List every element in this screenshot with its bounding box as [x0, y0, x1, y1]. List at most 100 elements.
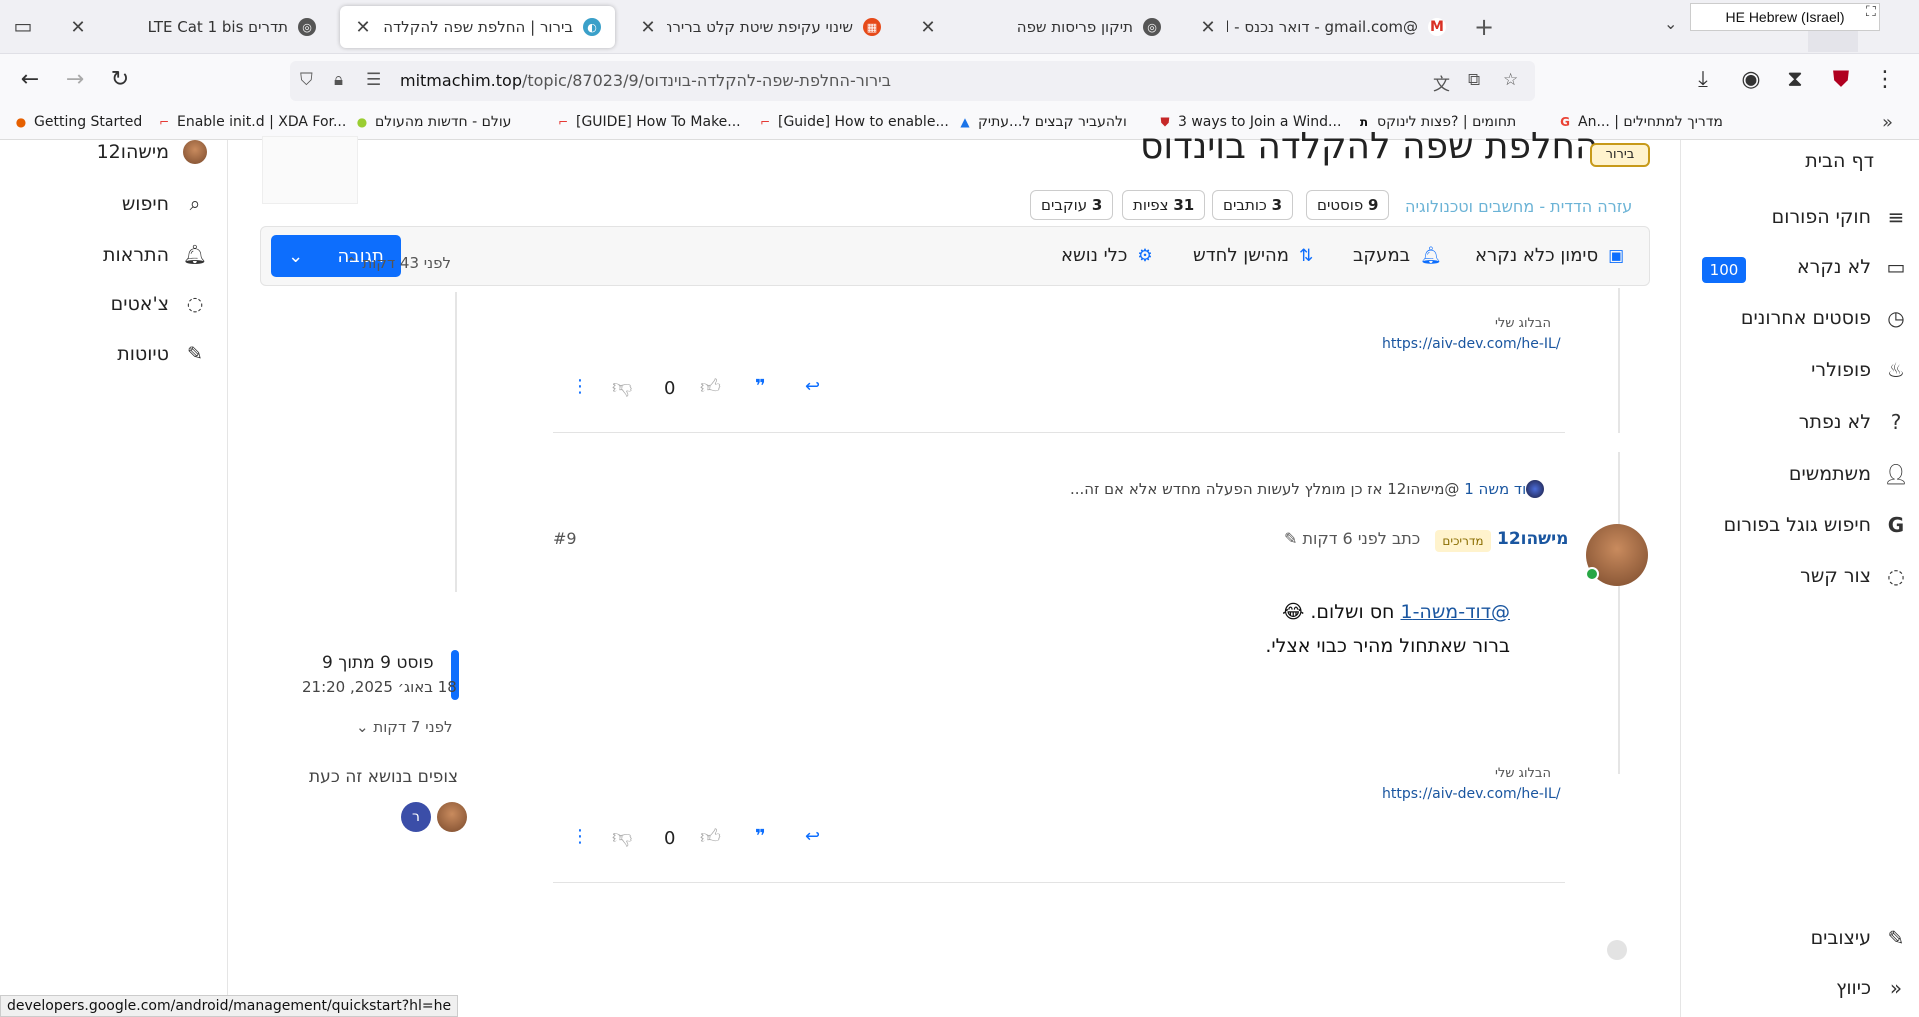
nav-users[interactable]: 👤︎ משתמשים — [1789, 462, 1909, 486]
avatar[interactable] — [437, 802, 467, 832]
toolbar-label: מהישן לחדש — [1193, 245, 1289, 266]
nav-label: חיפוש גוגל בפורום — [1723, 514, 1871, 536]
menu-icon[interactable]: ⋮ — [1870, 67, 1900, 92]
viewers-label: צופים בנושא זה כעת — [309, 767, 459, 787]
nav-label: צ'אטים — [110, 293, 169, 315]
vote-count: 0 — [664, 378, 676, 399]
nav-unread[interactable]: ▭ לא נקרא — [1797, 255, 1909, 279]
close-tab-icon[interactable]: ✕ — [639, 17, 657, 38]
bookmark-item[interactable]: ⌐ [GUIDE] How To Make... — [556, 114, 741, 130]
tab-active-topic[interactable]: ✕ בירור | החלפת שפה להקלדה בוינדוס ◐ — [340, 6, 615, 48]
bookmark-item[interactable]: ▲ ולהעביר קבצים ל...עתיק — [958, 114, 1126, 130]
window-resize-icon[interactable]: ⛶ — [1866, 4, 1876, 20]
user-mention[interactable]: @דוד-משה-1 — [1400, 601, 1510, 623]
close-tab-icon[interactable]: ✕ — [919, 17, 937, 38]
avatar[interactable]: ר — [401, 802, 431, 832]
category-link[interactable]: עזרה הדדית - מחשבים וטכנולוגיה — [1405, 197, 1632, 216]
signature-label: הבלוג שלי — [1495, 316, 1551, 331]
nav-unsolved[interactable]: ? לא נפתר — [1799, 410, 1909, 434]
inbox-icon: ▭ — [1886, 255, 1906, 279]
reply-context[interactable]: דוד משה 1 @מישהו12 אז כן מומלץ לעשות הפע… — [1070, 480, 1534, 498]
tab-title: שינוי עקיפת שיטת קלט ברירת — [667, 18, 853, 36]
new-tab-button[interactable]: + — [1474, 13, 1494, 41]
bookmark-item[interactable]: ● עולם - חדשות מהעולם — [355, 114, 512, 130]
extension-shield-icon[interactable]: ⛊ — [1826, 67, 1856, 92]
reply-context-user[interactable]: דוד משה 1 — [1464, 480, 1534, 498]
signature-label: הבלוג שלי — [1495, 766, 1551, 781]
tracking-button[interactable]: 🔔︎ במעקב — [1353, 245, 1442, 266]
bookmark-item[interactable]: ⌐ Enable init.d | XDA For... — [157, 114, 346, 130]
more-options-icon[interactable]: ⋮ — [571, 376, 589, 397]
office-favicon: ▦ — [863, 18, 881, 36]
close-tab-icon[interactable]: ✕ — [354, 17, 372, 38]
download-icon[interactable]: ⤓ — [1688, 67, 1718, 92]
sort-button[interactable]: ⇅ מהישן לחדש — [1193, 245, 1313, 266]
mark-unread-button[interactable]: ▣ סימון כלא נקרא — [1475, 245, 1624, 266]
tab-layout-fix[interactable]: ✕ תיקון פריסות שפה ◎ — [905, 6, 1175, 48]
tab-lte[interactable]: ✕ תדרים LTE Cat 1 bis ◎ — [55, 6, 330, 48]
post-author[interactable]: מישהו12 — [1497, 529, 1568, 549]
signature-link[interactable]: https://aiv-dev.com/he-IL/ — [1382, 336, 1561, 352]
gmail-account: @gmail.com — [1324, 18, 1418, 36]
quote-icon[interactable]: ❞ — [755, 376, 766, 397]
nav-label: חיפוש — [121, 193, 169, 215]
nav-recent[interactable]: ◷ פוסטים אחרונים — [1741, 306, 1909, 330]
reply-arrow-icon[interactable]: ↩ — [805, 826, 820, 847]
close-tab-icon[interactable]: ✕ — [69, 17, 87, 38]
tab-gmail[interactable]: ✕ @gmail.com - דואר נכנס - Gmail M — [1185, 6, 1460, 48]
nav-themes[interactable]: ✎ עיצובים — [1811, 926, 1909, 950]
nav-forum-rules[interactable]: ≡ חוקי הפורום — [1772, 205, 1909, 229]
nav-search[interactable]: ⌕ חיפוש — [122, 193, 207, 215]
timeline-start[interactable]: לפני 43 דקות ⌃ — [345, 254, 451, 272]
thumbs-up-icon[interactable]: 👍︎ — [700, 824, 721, 849]
translate-page-icon[interactable]: ⧉ — [1468, 70, 1480, 90]
thumbs-down-icon[interactable]: 👎︎ — [612, 374, 632, 399]
nav-label: כיווץ — [1836, 977, 1871, 999]
site-favicon: ◐ — [583, 18, 601, 36]
shield-icon[interactable]: ⛉ — [300, 70, 313, 90]
extensions-icon[interactable]: ⧗ — [1780, 67, 1810, 92]
chevron-down-icon[interactable]: ⌄ — [1664, 14, 1677, 33]
site-info-icon[interactable]: ☰ — [366, 70, 381, 90]
online-status-dot — [1585, 567, 1599, 581]
nav-google-search[interactable]: G חיפוש גוגל בפורום — [1724, 513, 1909, 537]
lock-icon[interactable]: 🔒︎ — [334, 70, 343, 90]
more-options-icon[interactable]: ⋮ — [571, 826, 589, 847]
account-icon[interactable]: ◉ — [1736, 67, 1766, 92]
close-tab-icon[interactable]: ✕ — [1199, 17, 1217, 38]
post-index[interactable]: #9 — [553, 529, 577, 548]
chevron-down-icon[interactable]: ⌄ — [288, 246, 303, 267]
nav-home[interactable]: דף הבית — [1805, 150, 1874, 172]
nav-contact[interactable]: ◌ צור קשר — [1800, 564, 1909, 588]
thumbs-down-icon[interactable]: 👎︎ — [612, 824, 632, 849]
thumbs-up-icon[interactable]: 👍︎ — [700, 374, 721, 399]
topic-tools-button[interactable]: ⚙ כלי נושא — [1061, 245, 1153, 266]
inbox-icon: ▣ — [1608, 245, 1625, 266]
bookmarks-overflow-icon[interactable]: » — [1882, 112, 1893, 133]
reload-icon[interactable]: ↻ — [105, 67, 135, 92]
tab-input-method[interactable]: ✕ שינוי עקיפת שיטת קלט ברירת ▦ — [625, 6, 895, 48]
bookmark-item[interactable]: ● Getting Started — [14, 114, 143, 130]
star-icon[interactable]: ☆ — [1503, 70, 1518, 90]
quote-icon[interactable]: ❞ — [755, 826, 766, 847]
nav-notifications[interactable]: 🔔︎ התראות — [103, 243, 207, 267]
nav-drafts[interactable]: ✎ טיוטות — [117, 343, 207, 365]
bookmark-item[interactable]: ⌐ [Guide] How to enable... — [758, 114, 949, 130]
back-arrow-icon[interactable]: ← — [15, 67, 45, 92]
address-bar[interactable]: ⛉ 🔒︎ ☰ mitmachim.top/topic/87023/9/בירור… — [290, 61, 1535, 101]
tab-list-icon[interactable]: ▭ — [10, 14, 36, 40]
topic-thumbnail[interactable] — [262, 136, 358, 204]
signature-link[interactable]: https://aiv-dev.com/he-IL/ — [1382, 786, 1561, 802]
user-menu[interactable]: מישהו12 — [97, 140, 207, 164]
reply-arrow-icon[interactable]: ↩ — [805, 376, 820, 397]
forward-arrow-icon[interactable]: → — [60, 67, 90, 92]
timeline-track[interactable] — [455, 292, 457, 592]
topic-toolbar: ▣ סימון כלא נקרא 🔔︎ במעקב ⇅ מהישן לחדש ⚙ כלי… — [260, 226, 1650, 286]
nav-chats[interactable]: ◌ צ'אטים — [111, 293, 207, 315]
tab-title: תדרים LTE Cat 1 bis — [147, 18, 288, 36]
nav-collapse[interactable]: « כיווץ — [1836, 976, 1909, 1000]
timeline-end[interactable]: לפני 7 דקות ⌄ — [356, 718, 452, 736]
translate-icon[interactable]: 文 — [1433, 70, 1450, 95]
nav-popular[interactable]: ♨ פופולרי — [1811, 358, 1909, 382]
stat-value: 31 — [1173, 196, 1195, 214]
